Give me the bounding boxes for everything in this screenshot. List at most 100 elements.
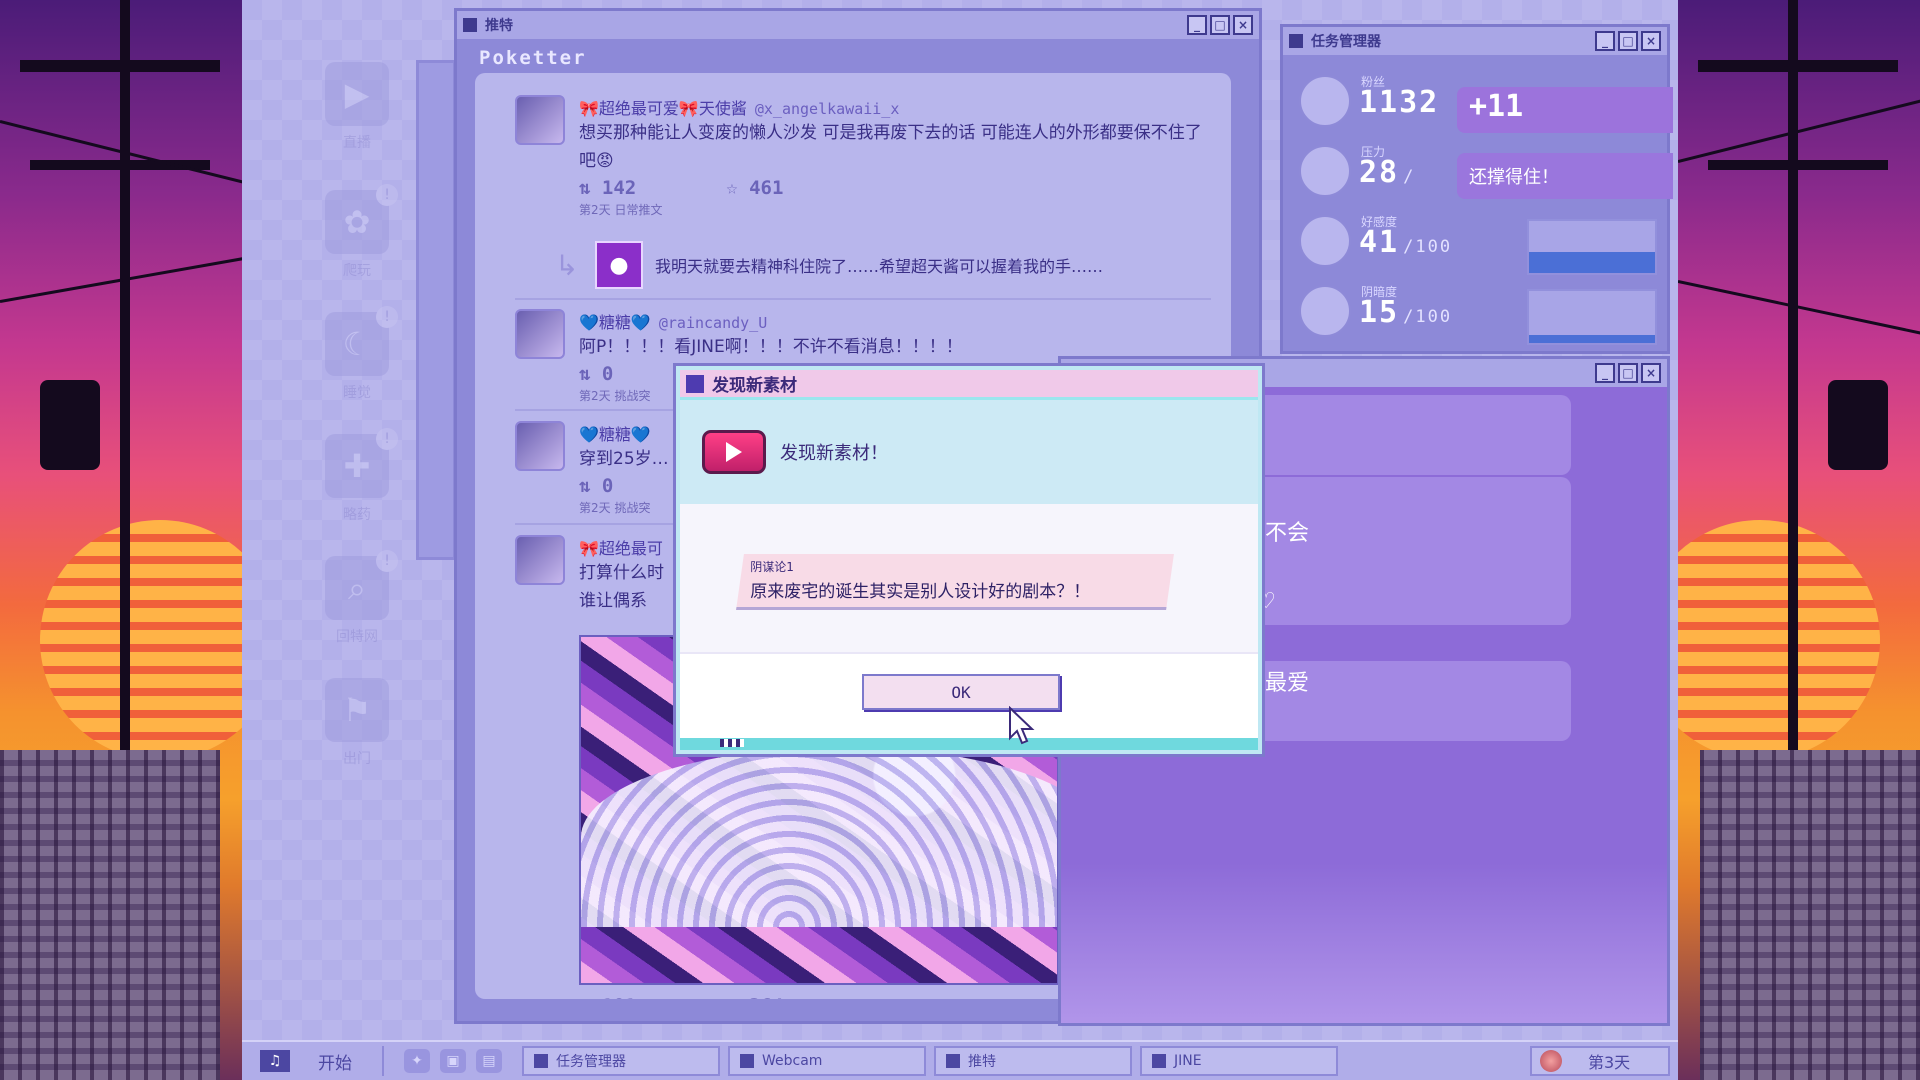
retweet-icon: ⇅ — [579, 475, 602, 497]
desktop-icon-internet[interactable]: ! ⌕ 回特网 — [302, 550, 412, 646]
wallpaper-right — [1678, 0, 1920, 1080]
retweet-count[interactable]: ⇅ 142 — [579, 177, 636, 199]
avatar[interactable] — [515, 535, 565, 585]
conspiracy-card: 阴谋论1 原来废宅的诞生其实是别人设计好的剧本？！ — [736, 554, 1174, 610]
desktop-icon-medicine[interactable]: ! ✚ 略药 — [302, 428, 412, 524]
ok-button[interactable]: OK — [862, 674, 1060, 710]
taskbar-item-webcam[interactable]: Webcam — [728, 1046, 926, 1076]
stress-status-popup: 还撑得住！ — [1457, 153, 1673, 199]
avatar[interactable] — [515, 95, 565, 145]
window-icon — [740, 1054, 754, 1068]
window-icon — [1289, 34, 1303, 48]
retweet-count[interactable]: ⇅ 181 — [579, 995, 636, 999]
desktop-icon-play[interactable]: ! ✿ 爬玩 — [302, 184, 412, 280]
divider — [515, 298, 1211, 300]
sunset-sun — [1678, 520, 1880, 760]
monitor-icon[interactable]: ▤ — [476, 1049, 502, 1073]
taskbar-item-poketter[interactable]: 推特 — [934, 1046, 1132, 1076]
tweet-author: 💙糖糖💙 — [579, 313, 651, 332]
desktop-icon-stream[interactable]: ▶ 直播 — [302, 62, 412, 152]
darkness-meter-fill — [1529, 335, 1655, 343]
window-icon — [463, 18, 477, 32]
avatar[interactable] — [515, 421, 565, 471]
tweet-text: 想买那种能让人变废的懒人沙发 可是我再废下去的话 可能连人的外形都要保不住了吧😡 — [579, 123, 1202, 171]
stream-icon: ▶ — [325, 62, 389, 126]
taskbar-item-task-manager[interactable]: 任务管理器 — [522, 1046, 720, 1076]
poketter-brand: Poketter — [479, 47, 587, 69]
retweet-icon: ⇅ — [579, 995, 602, 999]
transformer — [1828, 380, 1888, 470]
resize-grip-icon[interactable] — [720, 739, 744, 747]
conspiracy-text: 原来废宅的诞生其实是别人设计好的剧本？！ — [750, 582, 1091, 602]
like-count[interactable]: ☆ 461 — [726, 177, 783, 199]
tweet-handle: @raincandy_U — [658, 314, 768, 332]
tweet[interactable]: 🎀超绝最可爱🎀天使酱 @x_angelkawaii_x 想买那种能让人变废的懒人沙… — [515, 95, 1211, 218]
retweet-count[interactable]: ⇅ 0 — [579, 475, 613, 497]
window-icon — [1152, 1054, 1166, 1068]
power-line — [1678, 280, 1920, 338]
sunset-sun — [40, 520, 242, 760]
dialog-titlebar[interactable]: 发现新素材 — [680, 370, 1258, 400]
poketter-titlebar[interactable]: 推特 _ □ × — [457, 11, 1259, 39]
window-icon — [686, 374, 704, 393]
reply-arrow-icon: ↳ — [555, 248, 579, 282]
bird-icon[interactable]: ✦ — [404, 1049, 430, 1073]
window-icon — [534, 1054, 548, 1068]
start-logo-icon: ♫ — [260, 1050, 290, 1072]
retweet-count[interactable]: ⇅ 0 — [579, 363, 613, 385]
reply-text: 我明天就要去精神科住院了……希望超天酱可以握着我的手…… — [655, 257, 1104, 276]
taskbar: ♫ 开始 ✦ ▣ ▤ 任务管理器 Webcam 推特 JINE 第3天 — [242, 1040, 1678, 1080]
maximize-button[interactable]: □ — [1210, 15, 1230, 35]
pole-crossbar — [1708, 160, 1888, 170]
like-count[interactable]: ☆ 364 — [726, 995, 783, 999]
darkness-meter — [1527, 289, 1657, 345]
background-window[interactable] — [416, 60, 456, 560]
alert-icon: ! — [376, 428, 398, 450]
task-manager-titlebar[interactable]: 任务管理器 _ □ × — [1283, 27, 1667, 55]
start-button[interactable]: ♫ 开始 — [250, 1046, 384, 1076]
maximize-button[interactable]: □ — [1618, 363, 1638, 383]
transformer — [40, 380, 100, 470]
retweet-icon: ⇅ — [579, 363, 602, 385]
day-orb-icon — [1540, 1050, 1562, 1072]
mouse-cursor-icon — [1009, 706, 1035, 745]
task-manager-window[interactable]: 任务管理器 _ □ × 粉丝 1132 +11 压力 28/ 还撑得住！ 好感度… — [1280, 24, 1673, 354]
affection-meter-fill — [1529, 251, 1655, 273]
tweet-meta: 第2天 日常推文 — [579, 203, 663, 217]
minimize-button[interactable]: _ — [1595, 363, 1615, 383]
desktop-icon-sleep[interactable]: ! ☾ 睡觉 — [302, 306, 412, 402]
minimize-button[interactable]: _ — [1187, 15, 1207, 35]
maximize-button[interactable]: □ — [1618, 31, 1638, 51]
avatar[interactable] — [515, 309, 565, 359]
tweet-author: 🎀超绝最可爱🎀天使酱 — [579, 99, 747, 118]
star-icon: ☆ — [726, 995, 749, 999]
pole-crossbar — [20, 60, 220, 72]
new-material-dialog[interactable]: 发现新素材 发现新素材！ 阴谋论1 原来废宅的诞生其实是别人设计好的剧本？！ O… — [676, 366, 1262, 754]
wallpaper-left — [0, 0, 242, 1080]
stat-darkness: 阴暗度 15/100 — [1299, 277, 1659, 345]
reply-tweet[interactable]: ↳ ● 我明天就要去精神科住院了……希望超天酱可以握着我的手…… — [555, 241, 1211, 289]
chat-icon[interactable]: ▣ — [440, 1049, 466, 1073]
desktop-icon-go-out[interactable]: ⚑ 出门 — [302, 678, 412, 768]
reply-avatar: ● — [595, 241, 643, 289]
cloud-background — [1061, 863, 1667, 1023]
go-out-icon: ⚑ — [325, 678, 389, 742]
affection-icon — [1299, 215, 1351, 267]
alert-icon: ! — [376, 184, 398, 206]
stat-affection: 好感度 41/100 — [1299, 207, 1659, 275]
tweet-handle: @x_angelkawaii_x — [754, 100, 900, 118]
video-play-icon — [702, 430, 766, 474]
close-button[interactable]: × — [1641, 31, 1661, 51]
building — [1700, 750, 1920, 1080]
alert-icon: ! — [376, 306, 398, 328]
power-line — [1678, 97, 1920, 163]
followers-gain-popup: +11 — [1457, 87, 1673, 133]
window-icon — [946, 1054, 960, 1068]
dialog-statusbar — [680, 738, 1258, 750]
close-button[interactable]: × — [1233, 15, 1253, 35]
minimize-button[interactable]: _ — [1595, 31, 1615, 51]
taskbar-item-jine[interactable]: JINE — [1140, 1046, 1338, 1076]
stress-icon — [1299, 145, 1351, 197]
close-button[interactable]: × — [1641, 363, 1661, 383]
building — [0, 750, 220, 1080]
